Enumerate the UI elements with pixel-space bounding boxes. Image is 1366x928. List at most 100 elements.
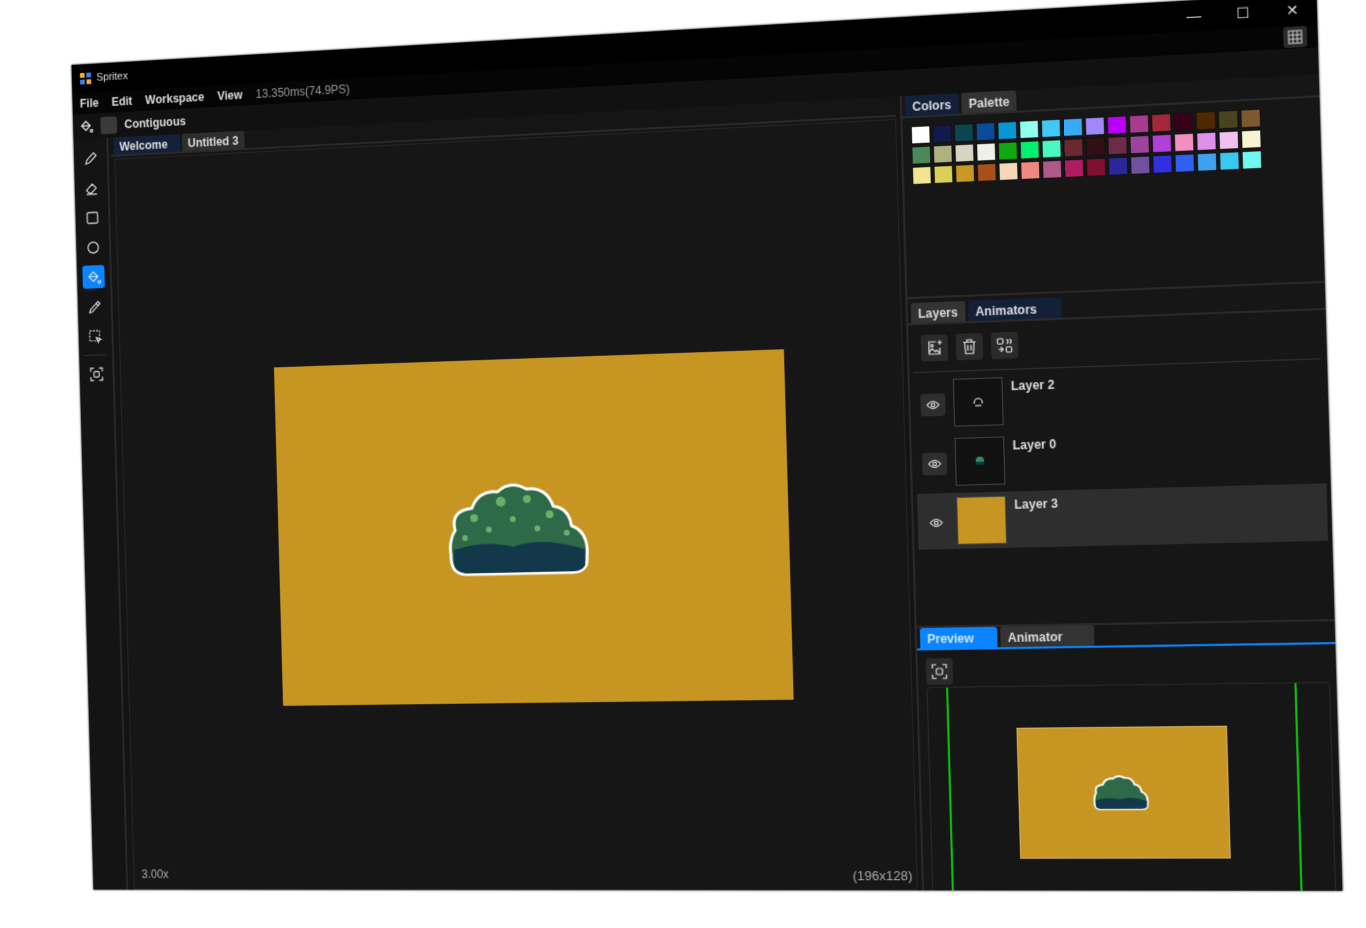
tab-colors[interactable]: Colors (904, 93, 959, 117)
app-title: Spritex (96, 70, 129, 84)
palette-swatch[interactable] (1018, 119, 1040, 140)
visibility-toggle[interactable] (920, 393, 946, 417)
contiguous-checkbox[interactable] (100, 116, 118, 135)
sprite-canvas[interactable] (273, 349, 794, 706)
palette-swatch[interactable] (997, 120, 1018, 141)
pencil-icon (82, 149, 98, 166)
palette-swatch[interactable] (998, 161, 1019, 182)
palette-swatch[interactable] (953, 123, 974, 143)
palette-swatch[interactable] (1241, 150, 1263, 170)
palette-swatch[interactable] (1019, 140, 1040, 160)
dashed-select-icon (87, 328, 103, 345)
palette-swatch[interactable] (1151, 133, 1173, 154)
palette-swatch[interactable] (1063, 138, 1084, 158)
palette-swatch[interactable] (1085, 157, 1107, 178)
tab-animators[interactable]: Animators (967, 297, 1062, 322)
add-layer-button[interactable] (920, 334, 949, 362)
close-button[interactable]: ✕ (1267, 0, 1317, 20)
layer-name: Layer 0 (1012, 436, 1057, 453)
palette-swatch[interactable] (1107, 156, 1129, 176)
palette-swatch[interactable] (1219, 151, 1240, 171)
ellipse-tool[interactable] (82, 235, 105, 259)
palette-swatch[interactable] (1173, 132, 1195, 153)
tab-untitled-3[interactable]: Untitled 3 (181, 130, 245, 152)
tab-layers[interactable]: Layers (910, 300, 966, 324)
palette-swatch[interactable] (954, 143, 975, 163)
palette-swatch[interactable] (1218, 130, 1240, 151)
palette-swatch[interactable] (1041, 139, 1062, 159)
contiguous-label: Contiguous (124, 114, 187, 132)
palette-swatch[interactable] (1107, 135, 1128, 156)
color-panel: Colors Palette (901, 74, 1325, 300)
palette-swatch[interactable] (1240, 129, 1262, 150)
eraser-tool[interactable] (80, 176, 103, 200)
fit-view-tool[interactable] (85, 362, 108, 386)
visibility-toggle[interactable] (923, 511, 949, 535)
preview-viewport[interactable] (926, 681, 1337, 891)
eyedropper-icon (86, 298, 102, 315)
minimize-button[interactable]: — (1169, 5, 1218, 25)
fill-tool[interactable] (82, 264, 105, 289)
selection-tool[interactable] (84, 324, 107, 348)
palette-swatch[interactable] (1173, 111, 1194, 132)
layer-thumbnail (956, 495, 1008, 545)
palette-swatch[interactable] (911, 165, 932, 186)
palette-swatch[interactable] (932, 144, 953, 164)
palette-swatch[interactable] (976, 162, 997, 183)
tab-palette[interactable]: Palette (961, 90, 1018, 114)
palette-swatch[interactable] (1196, 152, 1218, 172)
palette-swatch[interactable] (1128, 114, 1150, 134)
palette-swatch[interactable] (1196, 131, 1217, 152)
palette-swatch[interactable] (933, 164, 954, 185)
palette-swatch[interactable] (1040, 118, 1062, 139)
palette-swatch[interactable] (997, 141, 1019, 161)
palette-swatch[interactable] (1129, 155, 1151, 175)
drawing-canvas[interactable]: 3.00x (196x128) (114, 118, 918, 891)
layer-list: Layer 2 Layer 0 Layer 3 (910, 362, 1333, 550)
palette-swatch[interactable] (1217, 109, 1239, 130)
visibility-toggle[interactable] (922, 452, 948, 476)
palette-swatch[interactable] (911, 145, 932, 165)
layer-row[interactable]: Layer 0 (915, 423, 1326, 491)
delete-layer-button[interactable] (955, 332, 984, 361)
layer-thumbnail (954, 436, 1006, 486)
eyedropper-tool[interactable] (83, 295, 106, 319)
palette-swatch[interactable] (1240, 108, 1262, 129)
canvas-size: (196x128) (852, 868, 913, 884)
palette-swatch[interactable] (932, 124, 953, 144)
palette-swatch[interactable] (910, 125, 931, 145)
palette-swatch[interactable] (1150, 113, 1172, 133)
maximize-button[interactable]: ☐ (1218, 3, 1268, 23)
menu-workspace[interactable]: Workspace (145, 90, 204, 107)
menu-file[interactable]: File (80, 96, 99, 110)
palette-swatch[interactable] (975, 121, 996, 142)
palette-swatch[interactable] (1020, 160, 1041, 181)
swap-layer-button[interactable] (990, 331, 1019, 360)
grid-toggle-button[interactable] (1283, 25, 1308, 49)
app-window: Spritex — ☐ ✕ File Edit Workspace View 1… (71, 0, 1343, 891)
rectangle-tool[interactable] (81, 205, 104, 229)
palette-swatch[interactable] (1041, 159, 1063, 180)
fit-preview-button[interactable] (925, 658, 954, 685)
tab-preview[interactable]: Preview (919, 626, 998, 649)
palette-swatch[interactable] (1129, 134, 1150, 155)
menu-view[interactable]: View (217, 88, 243, 103)
palette-swatch[interactable] (1063, 158, 1085, 179)
layer-thumbnail (952, 377, 1004, 427)
layer-row[interactable]: Layer 3 (917, 483, 1329, 550)
palette-swatch[interactable] (1152, 154, 1173, 174)
palette-swatch[interactable] (1195, 110, 1217, 131)
palette-swatch[interactable] (955, 163, 976, 184)
palette-swatch[interactable] (1106, 115, 1128, 135)
pencil-tool[interactable] (79, 146, 102, 170)
tab-animator[interactable]: Animator (1000, 625, 1095, 648)
palette-swatch[interactable] (1062, 117, 1084, 138)
right-panel: Colors Palette Layers Animators Layer 2 … (899, 74, 1343, 891)
palette-swatch[interactable] (976, 142, 997, 162)
palette-swatch[interactable] (1084, 116, 1106, 136)
layer-row[interactable]: Layer 2 (914, 362, 1325, 432)
palette-swatch[interactable] (1085, 137, 1106, 157)
tab-welcome[interactable]: Welcome (113, 134, 181, 155)
palette-swatch[interactable] (1174, 153, 1196, 173)
menu-edit[interactable]: Edit (111, 94, 132, 109)
